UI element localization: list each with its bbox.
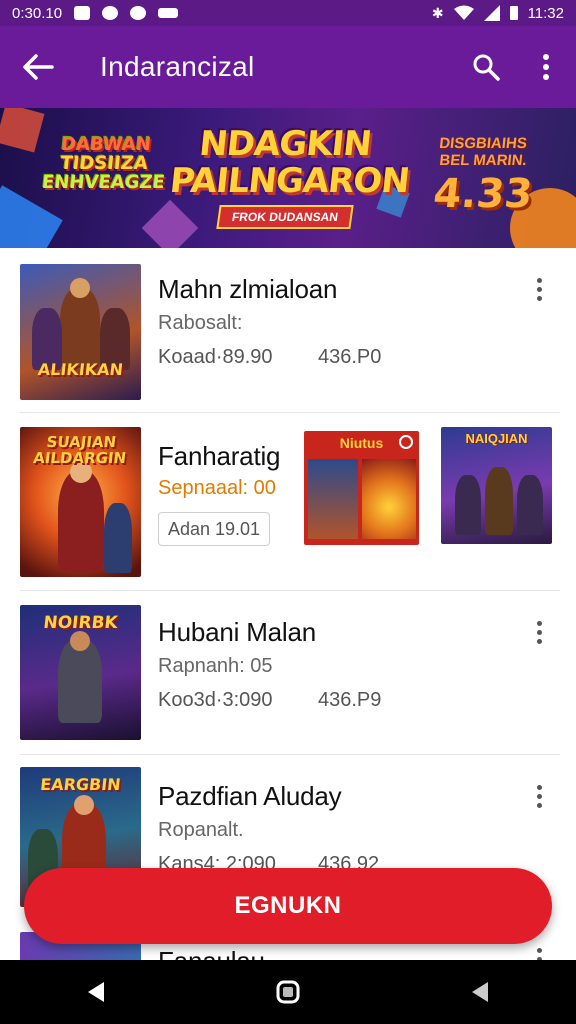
hero-figure [58,639,102,723]
game-thumbnail: ALIKIKAN [20,264,141,400]
more-vertical-icon [543,54,549,80]
item-title: Mahn zlmialoan [158,274,338,304]
hero-figure [517,475,543,535]
system-nav-bar [0,960,576,1024]
hero-figure [60,288,100,368]
app-bar: Indarancizal [0,26,576,108]
nav-back-button[interactable] [66,960,126,1024]
game-thumbnail: SUAJIAN AILDARGIN [20,427,141,577]
thumbnail-title: NOIRBK [42,613,119,633]
search-button[interactable] [456,26,516,108]
hero-figure [58,471,104,571]
item-more-button[interactable] [524,942,554,960]
nav-back-icon [88,982,104,1002]
cell-signal-icon [483,5,500,21]
item-more-button[interactable] [524,779,554,813]
item-subtitle: Sepnaaal: 00 [158,477,276,499]
back-button[interactable] [0,26,76,108]
thumbnail-title: SUAJIAN AILDARGIN [32,433,128,467]
hero-figure [70,631,90,651]
hero-figure [70,278,90,298]
notification-icon [158,8,179,18]
nav-recents-icon [472,982,488,1002]
banner-left-line: ENHVEAGZE [41,171,166,193]
item-title: Fanaulau [158,946,265,960]
arrow-left-icon [23,54,54,80]
thumbnail-title: ALIKIKAN [36,360,125,379]
banner-left-line: TIDSIIZA [59,152,149,174]
battery-icon [509,6,518,20]
list-item[interactable]: SUAJIAN AILDARGIN Fanharatig Sepnaaal: 0… [0,413,576,590]
hero-figure [485,467,513,535]
banner-headline-block: NDAGKIN PAILNGARON FROK DUDANSAN [167,124,411,230]
decor-shape [0,108,45,153]
banner-right-block: DISGBIAIHS BEL MARIN. 4.33 [408,135,558,217]
mini-card-art [308,459,358,539]
item-subtitle: Ropanalt. [158,819,244,841]
primary-cta-button[interactable]: EGNUKN [24,868,552,944]
list-item[interactable]: NOIRBK Hubani Malan Rapnanh: 05 Koo3d·3:… [0,591,576,754]
banner-right-text: DISGBIAIHS [438,135,528,152]
notification-icon [130,6,147,20]
item-title: Fanharatig [158,441,281,471]
item-subtitle: Rabosalt: [158,312,243,334]
decor-shape [0,185,63,248]
hero-figure [455,475,481,535]
mini-card[interactable]: NAIQJIAN [441,427,552,544]
notification-icon [102,6,119,20]
status-time-left: 0:30.10 [12,4,63,22]
status-bar: 0:30.10 ✱ 11:32 [0,0,576,26]
list-item[interactable]: ALIKIKAN Mahn zlmialoan Rabosalt: Koaad·… [0,248,576,412]
close-icon[interactable] [399,435,413,449]
banner-right-text: BEL MARIN. [438,151,528,169]
wifi-icon [453,5,474,20]
banner-left-text: DABWAN TIDSIIZA ENHVEAGZE [41,134,167,193]
banner-headline: PAILNGARON [167,160,411,201]
item-meta: Koaad·89.90 [158,346,273,368]
hero-figure [104,503,132,573]
mini-card[interactable]: Niutus [304,431,419,545]
nav-recents-button[interactable] [450,960,510,1024]
item-subtitle: Rapnanh: 05 [158,655,273,677]
notification-icon [74,6,91,20]
banner-headline: NDAGKIN [197,124,373,164]
status-time-right: 11:32 [527,4,564,22]
overflow-menu-button[interactable] [516,26,576,108]
item-more-button[interactable] [524,615,554,649]
banner-ribbon: FROK DUDANSAN [216,205,354,230]
item-price: 436.P9 [318,689,382,711]
item-price: 436.P0 [318,346,382,368]
nav-home-button[interactable] [258,960,318,1024]
item-more-button[interactable] [524,272,554,306]
item-title: Hubani Malan [158,617,317,647]
nav-home-icon [276,980,300,1004]
search-icon [473,54,500,81]
hero-figure [74,795,94,815]
promo-banner[interactable]: DABWAN TIDSIIZA ENHVEAGZE NDAGKIN PAILNG… [0,108,576,248]
mini-card-title: NAIQJIAN [465,431,528,446]
item-meta: Koo3d·3:090 [158,689,273,711]
game-thumbnail: NOIRBK [20,605,141,740]
banner-price: 4.33 [431,171,535,217]
item-title: Pazdfian Aluday [158,781,342,811]
page-title: Indarancizal [100,51,255,82]
mini-card-art [362,459,416,539]
item-tag[interactable]: Adan 19.01 [158,512,270,546]
bluetooth-icon: ✱ [431,4,444,21]
thumbnail-title: EARGBIN [39,775,122,794]
